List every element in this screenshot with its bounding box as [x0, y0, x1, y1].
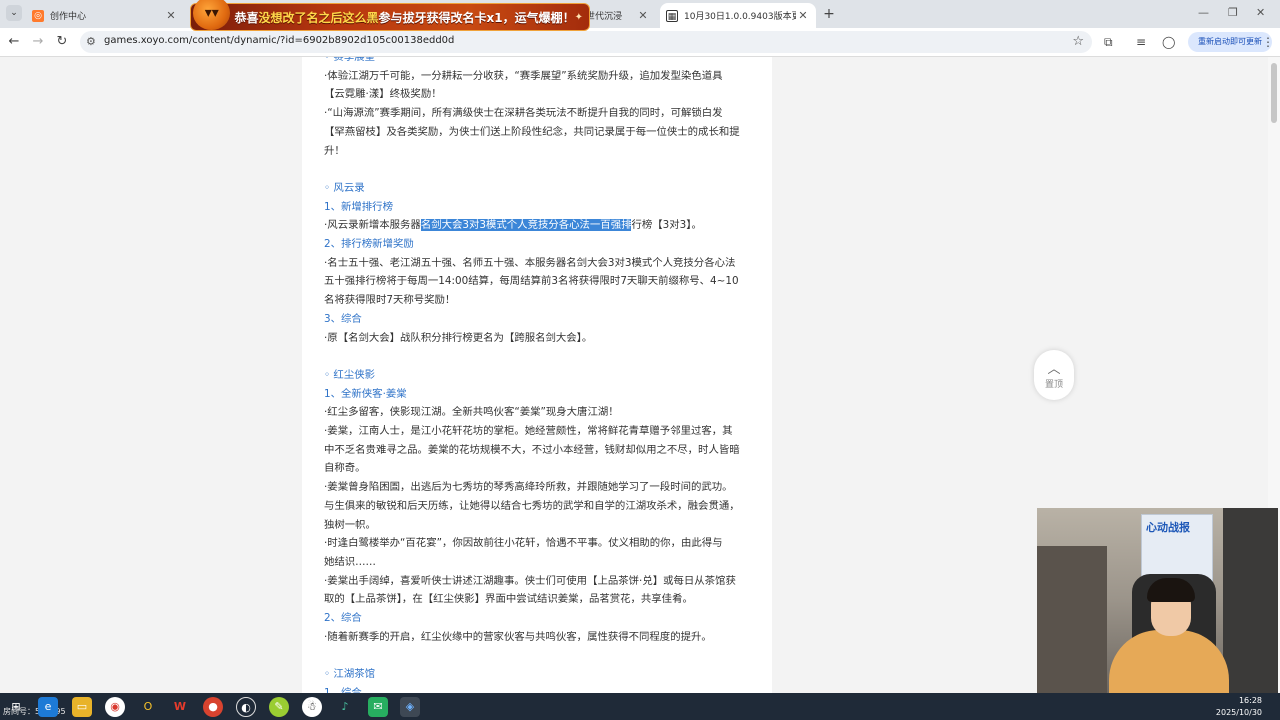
tab-list-button[interactable]: ⌄ [6, 5, 22, 21]
tab-title: 10月30日1.0.0.9403版本更新公告 [684, 12, 796, 22]
article-line: ·体验江湖万千可能，一分耕耘一分收获，“赛季展望”系统奖励升级，追加发型染色道具 [324, 69, 723, 82]
article-line: 取的【上品茶饼】，在【红尘侠影】界面中尝试结识姜棠，品茗赏花，共享佳肴。 [324, 593, 693, 606]
close-icon[interactable]: ✕ [636, 9, 650, 22]
selected-text[interactable]: 名剑大会3对3模式个人竞技分各心法一百强排 [420, 219, 632, 232]
app-o-icon[interactable]: O [138, 697, 158, 717]
article-line: 【罕燕留枝】及各类奖励，为侠士们送上阶段性纪念，共同记录属于每一位侠士的成长和提 [324, 125, 740, 138]
chevron-up-icon: ︿ [1047, 362, 1061, 377]
window-close-icon[interactable]: ✕ [1256, 6, 1265, 19]
article-line: 她结识…… [324, 555, 376, 568]
article-line: ·姜棠出手阔绰，喜爱听侠士讲述江湖趣事。侠士们可使用【上品茶饼·兑】或每日从茶馆… [324, 574, 736, 587]
article-line: 与生俱来的敏锐和后天历练，让她得以结合七秀坊的武学和自学的江湖攻杀术，融会贯通， [324, 499, 740, 512]
media-control-icon[interactable]: ≡ [1136, 35, 1146, 49]
webcam-overlay: 心动战报 [1037, 508, 1278, 693]
article-line: 五十强排行榜将于每周一14:00结算，每周结算前3名将获得限时7天聊天前缀称号、… [324, 275, 739, 288]
section-heading: ◦ 江湖茶馆 [324, 668, 375, 681]
browser-toolbar: ← → ↻ ⚙ games.xoyo.com/content/dynamic/?… [0, 28, 1280, 57]
article-line: ·随着新赛季的开启，红尘伙缘中的营家伙客与共鸣伙客，属性获得不同程度的提升。 [324, 630, 712, 643]
article-line: ·风云录新增本服务器名剑大会3对3模式个人竞技分各心法一百强排行榜【3对3】。 [324, 219, 702, 232]
banner-text: 恭喜没想改了名之后这么黑参与拔牙获得改名卡x1，运气爆棚！ [234, 10, 575, 25]
close-icon[interactable]: ✕ [164, 9, 178, 22]
article-line: ·时逢白鹭楼举办“百花宴”，你因故前往小花轩，恰遇不平事。仗义相助的你，由此得与 [324, 537, 723, 550]
minimize-icon[interactable]: — [1198, 6, 1209, 19]
subsection-heading: 2、综合 [324, 612, 362, 624]
article-line: 自称奇。 [324, 462, 366, 475]
start-icon[interactable]: ⊞ [6, 697, 26, 717]
file-explorer-icon[interactable]: ▭ [72, 697, 92, 717]
article-content: ◦ 赛季展望 ·体验江湖万千可能，一分耕耘一分收获，“赛季展望”系统奖励升级，追加… [302, 57, 772, 693]
reload-icon[interactable]: ↻ [54, 34, 70, 50]
tab-title: 创作中心 [50, 12, 87, 22]
article-line: ·姜棠，江南人士，是江小花轩花坊的掌柜。她经营颇性，常将鲜花青草赠予邻里过客，其 [324, 425, 733, 437]
new-tab-button[interactable]: + [820, 5, 838, 23]
address-bar[interactable]: ⚙ games.xoyo.com/content/dynamic/?id=690… [80, 31, 1092, 53]
url-text[interactable]: games.xoyo.com/content/dynamic/?id=6902b… [104, 35, 454, 46]
section-heading: ◦ 风云录 [324, 181, 365, 194]
clock-time: 16:28 [1238, 696, 1262, 705]
back-arrow-icon[interactable]: ← [6, 34, 22, 50]
pumpkin-icon: ▾▾ [193, 0, 231, 30]
article-line: 【云霓雕·漾】终极奖励！ [324, 88, 442, 101]
subsection-heading: 2、排行榜新增奖励 [324, 238, 414, 250]
subsection-heading: 1、综合 [324, 686, 362, 693]
poster-text: 心动战报 [1146, 521, 1190, 534]
article-line: ·“山海源流”赛季期间，所有满级侠士在深耕各类玩法不断提升自我的同时，可解锁白发 [324, 107, 723, 120]
back-to-top-label: 置顶 [1044, 380, 1063, 390]
subsection-heading: 3、综合 [324, 312, 362, 325]
close-icon: ✦ [574, 11, 583, 23]
section-heading: ◦ 红尘侠影 [324, 368, 375, 381]
subsection-heading: 1、全新侠客·姜棠 [324, 387, 407, 400]
achievement-banner: ▾▾ 恭喜没想改了名之后这么黑参与拔牙获得改名卡x1，运气爆棚！ ✦ [190, 0, 590, 31]
chrome-icon[interactable]: ◉ [105, 697, 125, 717]
article-line: ·名士五十强、老江湖五十强、名师五十强、本服务器名剑大会3对3模式个人竞技分各心… [324, 256, 736, 269]
app-red-icon[interactable]: ● [203, 697, 223, 717]
wechat-icon[interactable]: ✉ [368, 697, 388, 717]
scrollbar-thumb[interactable] [1271, 63, 1277, 123]
article-line: 升！ [324, 144, 345, 157]
section-heading: ◦ 赛季展望 [324, 57, 375, 63]
back-to-top-button[interactable]: ︿ 置顶 [1034, 350, 1074, 400]
close-icon[interactable]: ✕ [796, 9, 810, 22]
menu-kebab-icon[interactable]: ⋮ [1262, 35, 1274, 49]
profile-icon[interactable]: ◯ [1162, 35, 1175, 49]
obs-icon[interactable]: ◐ [236, 697, 256, 717]
tab-patch-notes[interactable]: ▦ 10月30日1.0.0.9403版本更新公告 ✕ [660, 3, 816, 28]
clock-date: 2025/10/30 [1215, 708, 1262, 717]
tab-creator-center[interactable]: ◎ 创作中心 ✕ [26, 3, 184, 28]
app-green-icon[interactable]: ✎ [269, 697, 289, 717]
wps-icon[interactable]: W [170, 697, 190, 717]
app-teal-icon[interactable]: ♪ [335, 697, 355, 717]
article-line: ·姜棠曾身陷困圄，出逃后为七秀坊的琴秀高绛玲所救，并跟随她学习了一段时间的武功。 [324, 481, 733, 494]
bookmark-star-icon[interactable]: ☆ [1072, 34, 1084, 49]
extensions-icon[interactable]: ⧉ [1104, 35, 1113, 50]
site-favicon-icon: ◎ [32, 9, 44, 22]
app-active-icon[interactable]: ◈ [400, 697, 420, 717]
article-line: 名将获得限时7天称号奖励！ [324, 294, 456, 307]
article-line: ·红尘多留客，侠影现江湖。全新共鸣伙客“姜棠”现身大唐江湖！ [324, 406, 619, 419]
tab-strip: ⌄ ◎ 创作中心 ✕ ▾▾ 恭喜没想改了名之后这么黑参与拔牙获得改名卡x1，运气… [0, 0, 1280, 31]
forward-arrow-icon[interactable]: → [30, 34, 46, 50]
edge-icon[interactable]: e [38, 697, 58, 717]
qq-icon[interactable]: ☃ [302, 697, 322, 717]
article-line: 中不乏名贵难寻之品。姜棠的花坊规模不大，不过小本经营，钱财却似用之不尽，时人皆暗 [324, 443, 740, 456]
system-clock[interactable]: 16:28 2025/10/30 [1216, 695, 1262, 719]
restore-icon[interactable]: ❐ [1228, 6, 1238, 19]
document-icon: ▦ [666, 9, 678, 22]
taskbar: 房间号：528895 ⊞ e ▭ ◉ O W ● ◐ ✎ ☃ ♪ ✉ ◈ 16:… [0, 693, 1280, 720]
site-info-icon[interactable]: ⚙ [86, 35, 96, 48]
article-line: 独树一帜。 [324, 518, 376, 531]
article-line: ·原【名剑大会】战队积分排行榜更名为【跨服名剑大会】。 [324, 331, 593, 344]
update-button[interactable]: 重新启动即可更新 [1188, 32, 1272, 52]
subsection-heading: 1、新增排行榜 [324, 200, 393, 213]
